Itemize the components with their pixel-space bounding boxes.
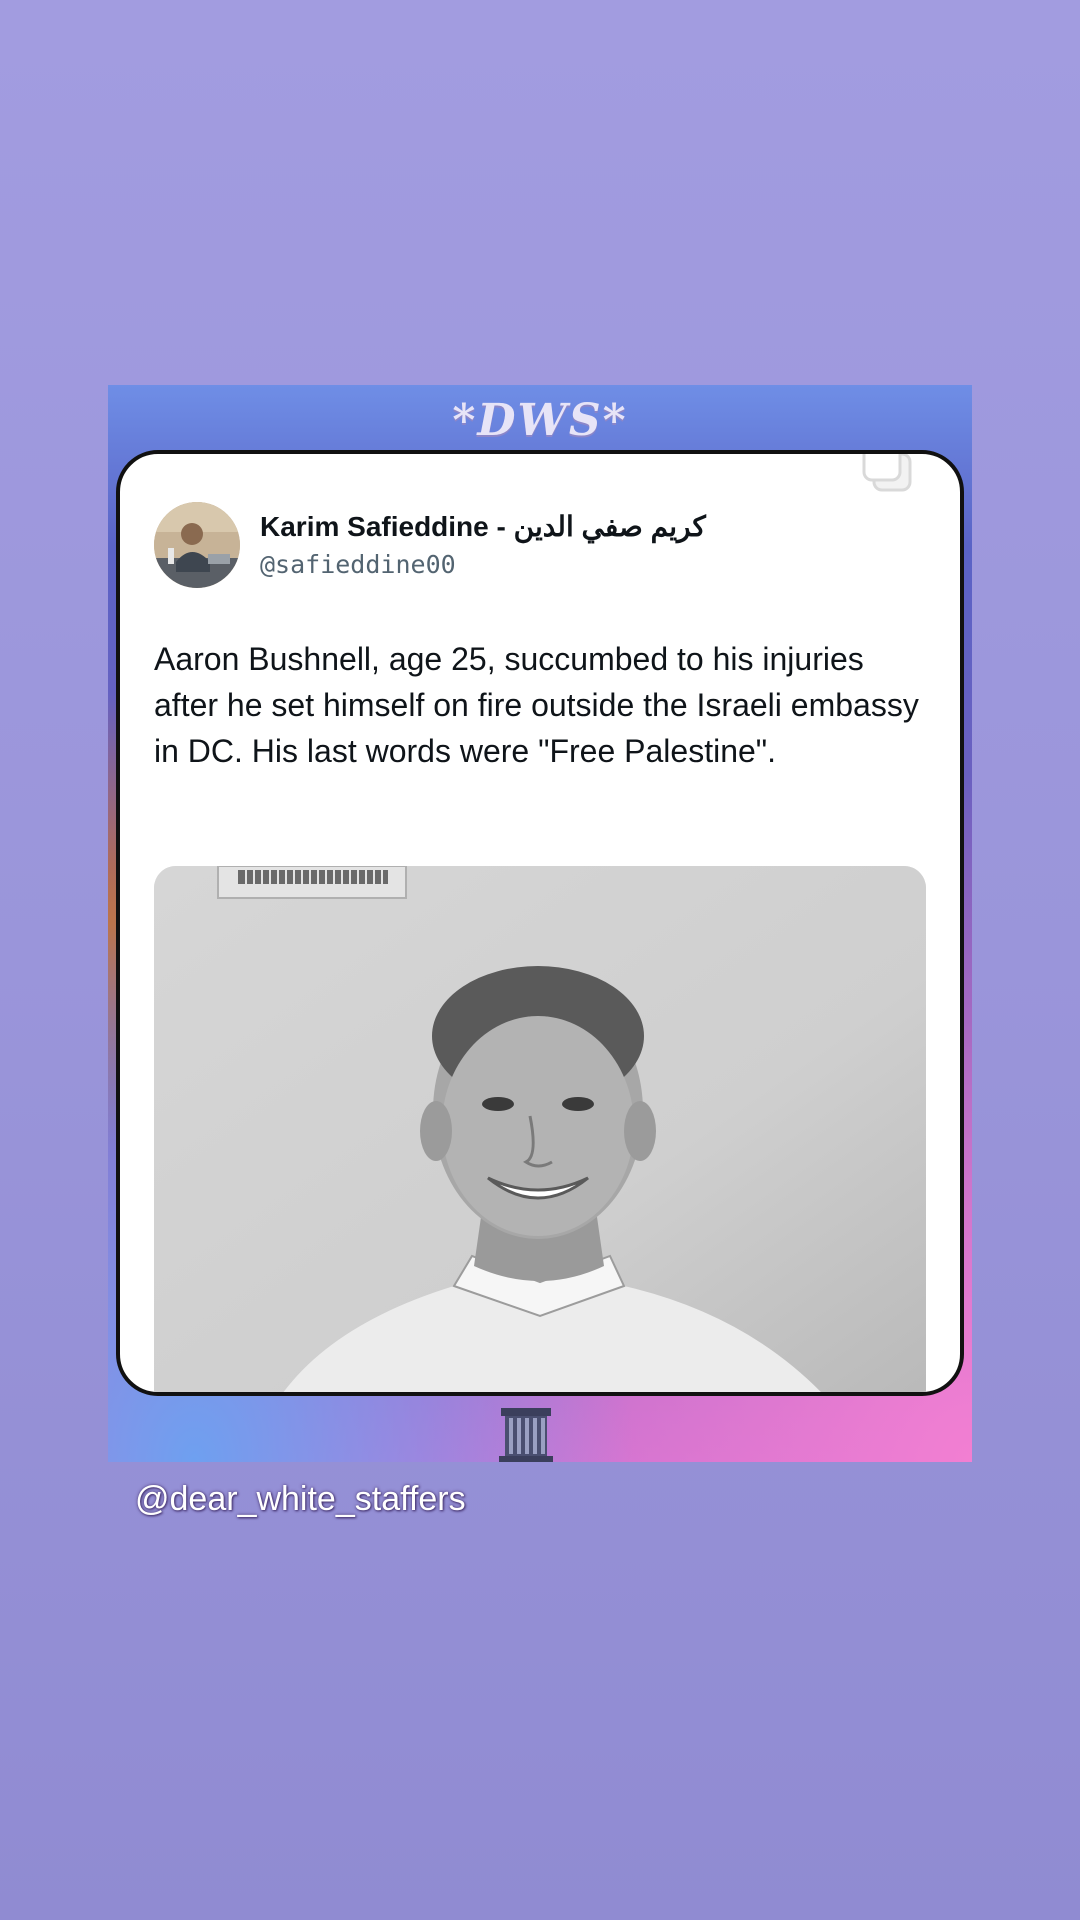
tower-icon: [499, 1408, 553, 1462]
tweet-card[interactable]: Karim Safieddine - كريم صفي الدين @safie…: [116, 450, 964, 1396]
person-avatar-icon: [154, 502, 240, 588]
author-name[interactable]: Karim Safieddine - كريم صفي الدين: [260, 510, 706, 543]
author-handle[interactable]: @safieddine00: [260, 550, 456, 579]
tweet-text: Aaron Bushnell, age 25, succumbed to his…: [154, 641, 919, 769]
portrait-photo-icon: [154, 866, 926, 1392]
dws-logo: *DWS*: [452, 395, 628, 446]
author-avatar[interactable]: [154, 502, 240, 588]
account-handle-caption[interactable]: @dear_white_staffers: [135, 1480, 466, 1519]
copy-icon[interactable]: [860, 450, 916, 496]
tweet-photo[interactable]: [154, 866, 926, 1392]
story-canvas: *DWS* Karim Safieddine - كريم صفي الدين …: [0, 0, 1080, 1920]
